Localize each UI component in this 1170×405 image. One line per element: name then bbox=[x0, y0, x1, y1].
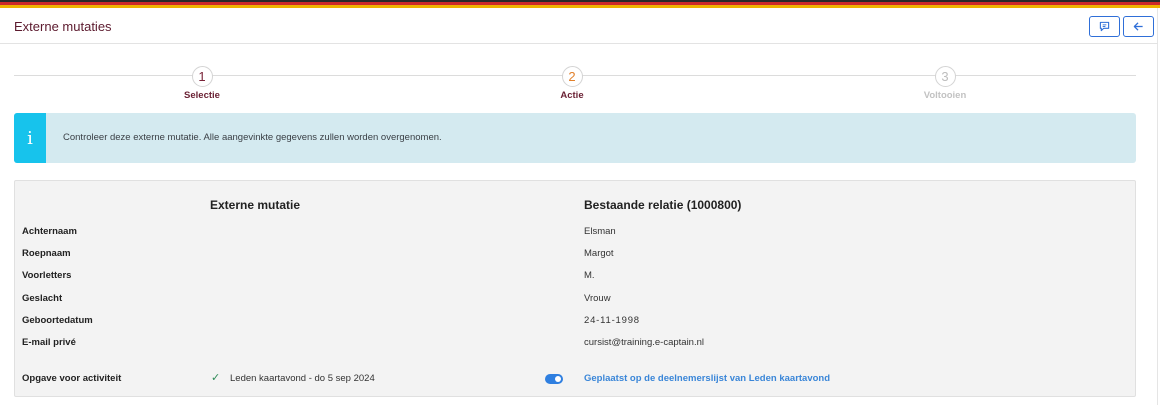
existing-relation-header: Bestaande relatie (1000800) bbox=[584, 198, 742, 212]
info-bar: i bbox=[14, 113, 46, 163]
field-label: Opgave voor activiteit bbox=[22, 373, 122, 384]
activity-description: Leden kaartavond - do 5 sep 2024 bbox=[230, 373, 375, 384]
flag-stripe bbox=[0, 0, 1160, 8]
existing-value: cursist@training.e-captain.nl bbox=[584, 337, 705, 348]
field-label: Geboortedatum bbox=[22, 315, 93, 326]
existing-value: M. bbox=[584, 270, 595, 281]
comment-button[interactable] bbox=[1089, 16, 1120, 37]
check-icon: ✓ bbox=[211, 372, 221, 384]
step-label: Voltooien bbox=[923, 90, 967, 101]
external-mutation-header: Externe mutatie bbox=[210, 198, 301, 212]
step-number: 3 bbox=[934, 66, 956, 87]
existing-value: 24-11-1998 bbox=[584, 315, 640, 326]
page: Externe mutaties 1 Selectie 2 Actie 3 Vo… bbox=[0, 0, 1160, 405]
activity-result-link[interactable]: Geplaatst op de deelnemerslijst van Lede… bbox=[584, 373, 830, 384]
field-label: Geslacht bbox=[22, 293, 63, 304]
field-label: E-mail privé bbox=[22, 337, 76, 348]
arrow-left-icon bbox=[1133, 22, 1143, 31]
row-voorletters: Voorletters M. bbox=[15, 268, 1135, 284]
comment-icon bbox=[1099, 21, 1110, 32]
info-message: Controleer deze externe mutatie. Alle aa… bbox=[63, 132, 442, 143]
comparison-card: Externe mutatie Bestaande relatie (10008… bbox=[14, 180, 1136, 397]
row-activity: Opgave voor activiteit ✓ Leden kaartavon… bbox=[15, 371, 1135, 387]
step-label: Actie bbox=[560, 90, 584, 101]
step-voltooien: 3 Voltooien bbox=[885, 66, 1005, 101]
step-actie: 2 Actie bbox=[512, 66, 632, 101]
field-label: Voorletters bbox=[22, 270, 72, 281]
step-label: Selectie bbox=[184, 90, 220, 101]
existing-value: Elsman bbox=[584, 226, 616, 237]
info-icon: i bbox=[27, 127, 33, 149]
row-roepnaam: Roepnaam Margot bbox=[15, 246, 1135, 262]
existing-value: Margot bbox=[584, 248, 614, 259]
row-geboortedatum: Geboortedatum 24-11-1998 bbox=[15, 313, 1135, 329]
existing-value: Vrouw bbox=[584, 293, 611, 304]
row-geslacht: Geslacht Vrouw bbox=[15, 291, 1135, 307]
info-alert: i Controleer deze externe mutatie. Alle … bbox=[14, 113, 1136, 163]
stepper: 1 Selectie 2 Actie 3 Voltooien bbox=[14, 66, 1136, 106]
header-bar: Externe mutaties bbox=[0, 8, 1158, 44]
back-button[interactable] bbox=[1123, 16, 1154, 37]
step-selectie[interactable]: 1 Selectie bbox=[142, 66, 262, 101]
row-achternaam: Achternaam Elsman bbox=[15, 224, 1135, 240]
field-label: Achternaam bbox=[22, 226, 77, 237]
step-number: 1 bbox=[191, 66, 213, 87]
row-email: E-mail privé cursist@training.e-captain.… bbox=[15, 335, 1135, 351]
step-number: 2 bbox=[561, 66, 583, 87]
activity-toggle[interactable] bbox=[545, 374, 563, 384]
page-title: Externe mutaties bbox=[14, 19, 112, 34]
toggle-knob bbox=[555, 376, 561, 382]
field-label: Roepnaam bbox=[22, 248, 71, 259]
